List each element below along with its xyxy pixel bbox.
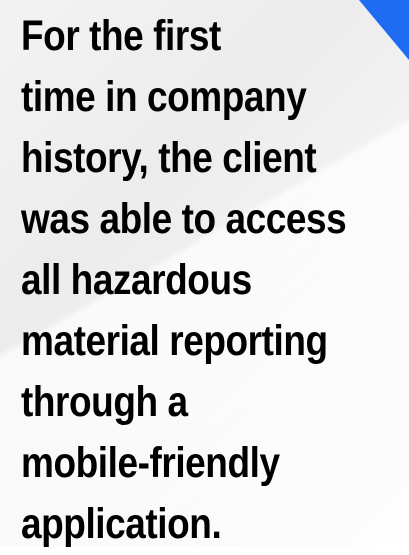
- statement-line: For the first: [21, 12, 221, 60]
- statement-line: history, the client: [21, 134, 317, 182]
- statement-line: material reporting: [21, 317, 328, 365]
- statement-line: through a: [21, 378, 188, 426]
- statement-line: mobile-friendly: [21, 439, 280, 487]
- statement-text: For the first time in company history, t…: [21, 6, 355, 555]
- statement-line: was able to access: [21, 195, 347, 243]
- statement-line: time in company: [21, 73, 307, 121]
- statement-line: all hazardous: [21, 256, 252, 304]
